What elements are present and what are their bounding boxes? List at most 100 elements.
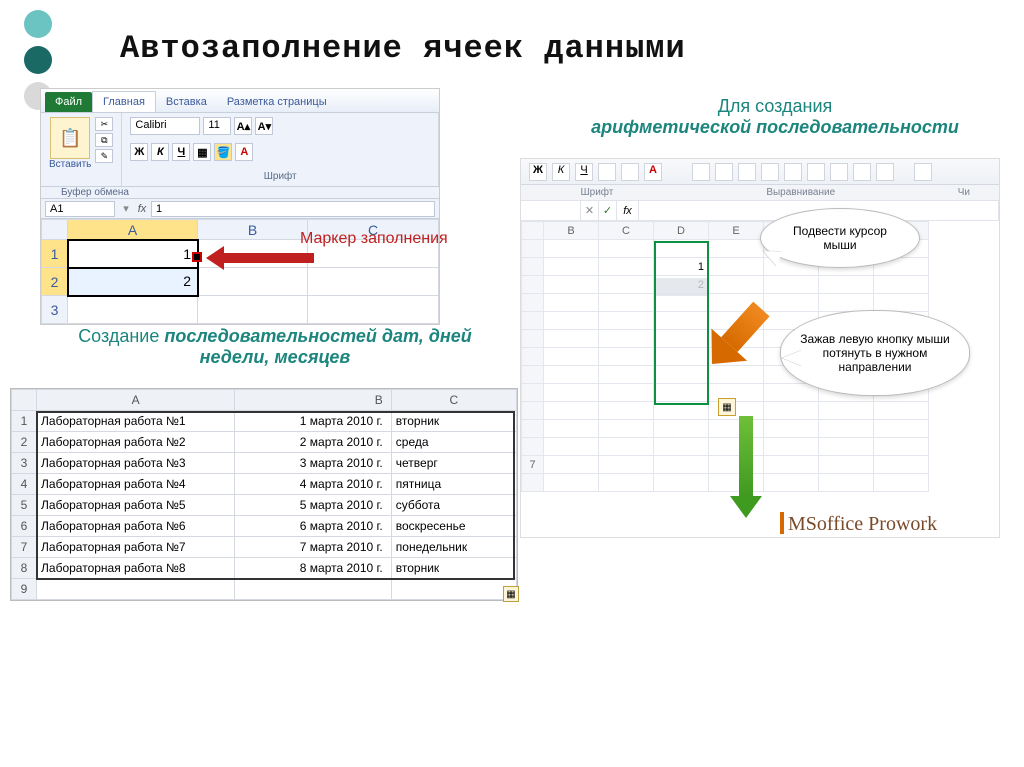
italic-button[interactable]: К xyxy=(552,163,570,181)
cell-a2[interactable]: 2 xyxy=(68,268,198,296)
align-bottom-button[interactable] xyxy=(738,163,756,181)
align-right-button[interactable] xyxy=(807,163,825,181)
row-header[interactable] xyxy=(522,276,544,294)
caption-dates: Создание последовательностей дат, дней н… xyxy=(60,326,490,368)
row-header[interactable] xyxy=(522,348,544,366)
caption-line: Создание xyxy=(78,326,159,346)
name-box[interactable] xyxy=(521,201,581,220)
autofill-options-icon[interactable]: ▦ xyxy=(718,398,736,416)
selection-shade xyxy=(656,278,708,296)
fx-icon[interactable]: fx xyxy=(133,203,151,215)
cell-d1[interactable]: 1 xyxy=(654,258,709,276)
cell[interactable] xyxy=(308,296,439,324)
table-row: 2Лабораторная работа №22 марта 2010 г.ср… xyxy=(12,432,517,453)
row-header[interactable]: 7 xyxy=(522,456,544,474)
row-header[interactable] xyxy=(522,240,544,258)
select-all-corner[interactable] xyxy=(522,222,544,240)
italic-button[interactable]: К xyxy=(151,143,169,161)
bold-button[interactable]: Ж xyxy=(529,163,547,181)
table-row: 1Лабораторная работа №11 марта 2010 г.вт… xyxy=(12,411,517,432)
row-header[interactable] xyxy=(522,438,544,456)
col-header[interactable]: B xyxy=(544,222,599,240)
confirm-icon[interactable]: ✓ xyxy=(599,201,617,220)
marker-label: Маркер заполнения xyxy=(300,230,448,248)
underline-button[interactable]: Ч xyxy=(575,163,593,181)
align-center-button[interactable] xyxy=(784,163,802,181)
select-all-corner[interactable] xyxy=(42,220,68,240)
merge-button[interactable] xyxy=(876,163,894,181)
autofill-options-icon[interactable]: ▦ xyxy=(503,586,519,602)
underline-button[interactable]: Ч xyxy=(172,143,190,161)
col-header[interactable]: E xyxy=(709,222,764,240)
fill-color-button[interactable]: 🪣 xyxy=(214,143,232,161)
green-arrow-icon xyxy=(726,416,766,526)
col-header[interactable]: A xyxy=(68,220,198,240)
cell-a1[interactable]: 1 xyxy=(68,240,198,268)
select-all-corner[interactable] xyxy=(12,390,37,411)
copy-button[interactable]: ⧉ xyxy=(95,133,113,147)
grow-font-button[interactable]: A▴ xyxy=(234,117,252,135)
number-format-button[interactable] xyxy=(914,163,932,181)
col-header[interactable]: D xyxy=(654,222,709,240)
cell[interactable] xyxy=(68,296,198,324)
tab-file[interactable]: Файл xyxy=(45,92,92,112)
col-header[interactable]: B xyxy=(198,220,308,240)
namebox-dropdown-icon[interactable]: ▾ xyxy=(119,202,133,215)
align-top-button[interactable] xyxy=(692,163,710,181)
table-row: 6Лабораторная работа №66 марта 2010 г.во… xyxy=(12,516,517,537)
bold-button[interactable]: Ж xyxy=(130,143,148,161)
cancel-icon[interactable]: ✕ xyxy=(581,201,599,220)
format-painter-button[interactable]: ✎ xyxy=(95,149,113,163)
row-header[interactable]: 2 xyxy=(42,268,68,296)
name-box[interactable]: A1 xyxy=(45,201,115,217)
fx-icon[interactable]: fx xyxy=(617,201,639,220)
row-header[interactable] xyxy=(522,294,544,312)
formula-bar[interactable]: 1 xyxy=(151,201,435,217)
font-color-button[interactable]: A xyxy=(644,163,662,181)
row-header[interactable] xyxy=(522,366,544,384)
align-left-button[interactable] xyxy=(761,163,779,181)
indent-dec-button[interactable] xyxy=(830,163,848,181)
borders-button[interactable]: ▦ xyxy=(193,143,211,161)
row-header[interactable] xyxy=(522,312,544,330)
row-header[interactable] xyxy=(522,474,544,492)
table-row: 3Лабораторная работа №33 марта 2010 г.че… xyxy=(12,453,517,474)
col-header[interactable]: C xyxy=(599,222,654,240)
col-header[interactable]: A xyxy=(37,390,235,411)
fill-handle[interactable] xyxy=(192,252,202,262)
dot-icon xyxy=(24,10,52,38)
fill-color-button[interactable] xyxy=(621,163,639,181)
formula-bar-row: A1 ▾ fx 1 xyxy=(41,199,439,219)
font-name-select[interactable]: Calibri xyxy=(130,117,200,135)
borders-button[interactable] xyxy=(598,163,616,181)
row-header[interactable] xyxy=(522,258,544,276)
font-color-button[interactable]: A xyxy=(235,143,253,161)
table-row: 8Лабораторная работа №88 марта 2010 г.вт… xyxy=(12,558,517,579)
indent-inc-button[interactable] xyxy=(853,163,871,181)
row-header[interactable]: 3 xyxy=(42,296,68,324)
align-mid-button[interactable] xyxy=(715,163,733,181)
tab-layout[interactable]: Разметка страницы xyxy=(217,92,337,112)
cut-button[interactable]: ✂ xyxy=(95,117,113,131)
row-header[interactable]: 1 xyxy=(42,240,68,268)
col-header[interactable]: B xyxy=(235,390,392,411)
slide-title: Автозаполнение ячеек данными xyxy=(120,30,686,67)
ribbon-body: 📋 Вставить ✂ ⧉ ✎ Calibri 11 A▴ A▾ Ж К Ч … xyxy=(41,113,439,187)
ribbon-tabs: Файл Главная Вставка Разметка страницы xyxy=(41,89,439,113)
font-size-select[interactable]: 11 xyxy=(203,117,231,135)
row-header[interactable] xyxy=(522,420,544,438)
row-header[interactable] xyxy=(522,384,544,402)
row-header[interactable] xyxy=(522,330,544,348)
cell[interactable] xyxy=(308,268,439,296)
paste-button[interactable]: 📋 xyxy=(50,117,90,159)
cell[interactable] xyxy=(198,268,308,296)
row-header[interactable] xyxy=(522,402,544,420)
group-font-label: Шрифт xyxy=(130,171,430,182)
worksheet-grid[interactable]: A B C 1Лабораторная работа №11 марта 201… xyxy=(11,389,517,600)
tab-insert[interactable]: Вставка xyxy=(156,92,217,112)
col-header[interactable]: C xyxy=(391,390,516,411)
shrink-font-button[interactable]: A▾ xyxy=(255,117,273,135)
tab-home[interactable]: Главная xyxy=(92,91,156,112)
cell[interactable] xyxy=(198,296,308,324)
callout-drag: Зажав левую кнопку мыши потянуть в нужно… xyxy=(780,310,970,396)
